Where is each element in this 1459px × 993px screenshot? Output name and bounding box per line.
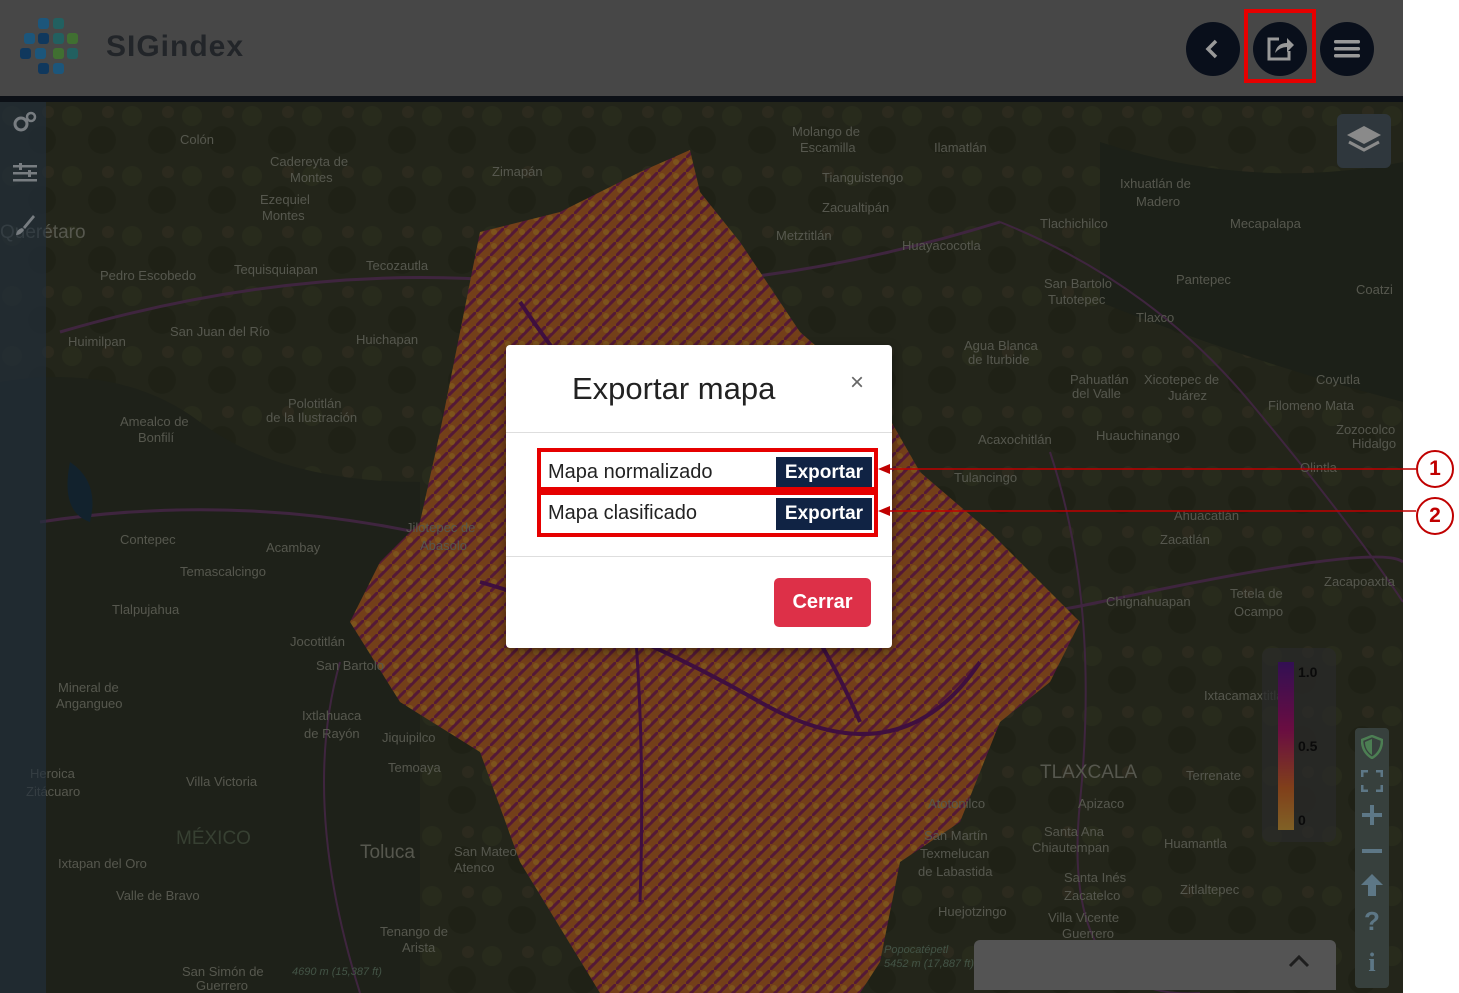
callout-2: 2 xyxy=(1416,497,1454,535)
callout-arrows xyxy=(878,464,1416,516)
callout-1: 1 xyxy=(1416,450,1454,488)
